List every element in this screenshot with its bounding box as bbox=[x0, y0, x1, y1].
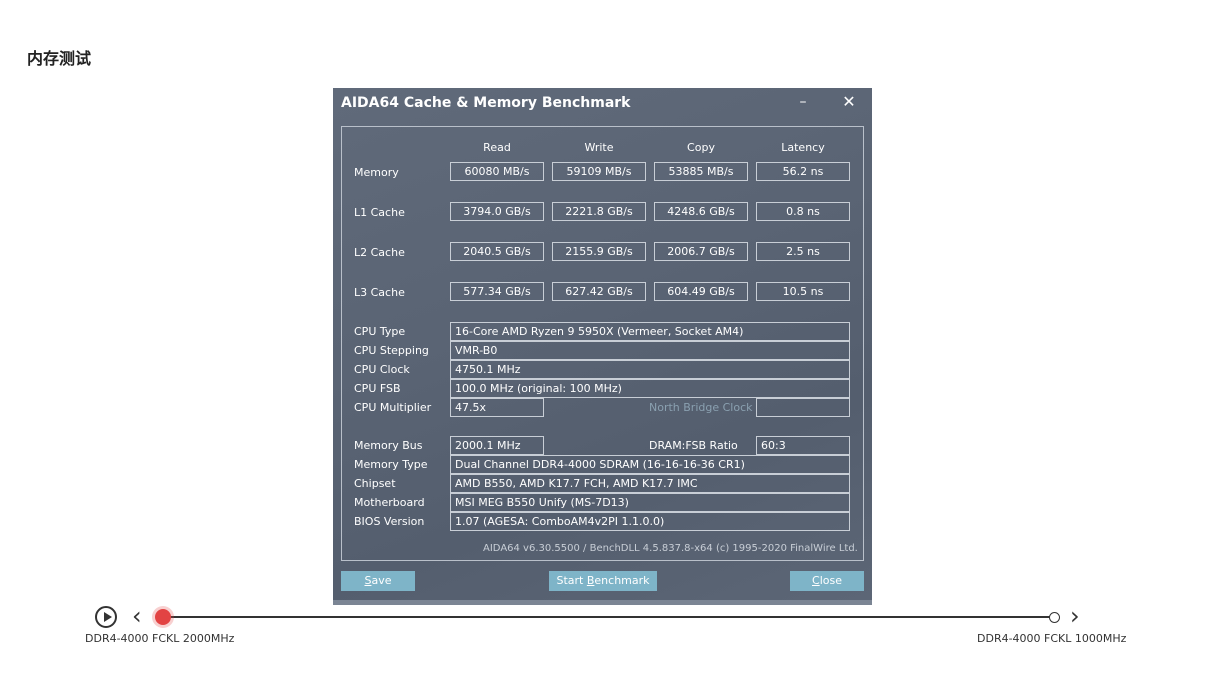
column-header-latency: Latency bbox=[781, 141, 825, 154]
memory-bus-value: 2000.1 MHz bbox=[450, 436, 544, 455]
benchmark-window: AIDA64 Cache & Memory Benchmark – ✕ Read… bbox=[333, 88, 872, 605]
column-header-read: Read bbox=[483, 141, 511, 154]
cpu-multiplier-label: CPU Multiplier bbox=[354, 401, 432, 414]
save-button[interactable]: Save bbox=[341, 571, 415, 591]
row-label-l2-cache: L2 Cache bbox=[354, 246, 405, 259]
chipset-value: AMD B550, AMD K17.7 FCH, AMD K17.7 IMC bbox=[450, 474, 850, 493]
column-header-write: Write bbox=[584, 141, 614, 154]
bios-version-value: 1.07 (AGESA: ComboAM4v2PI 1.1.0.0) bbox=[450, 512, 850, 531]
l1-read-value: 3794.0 GB/s bbox=[450, 202, 544, 221]
minimize-button[interactable]: – bbox=[793, 92, 813, 112]
memory-copy-value: 53885 MB/s bbox=[654, 162, 748, 181]
column-header-copy: Copy bbox=[687, 141, 715, 154]
memory-type-label: Memory Type bbox=[354, 458, 428, 471]
play-icon[interactable] bbox=[95, 606, 117, 628]
cpu-type-value: 16-Core AMD Ryzen 9 5950X (Vermeer, Sock… bbox=[450, 322, 850, 341]
l2-latency-value: 2.5 ns bbox=[756, 242, 850, 261]
page: 内存测试 AIDA64 Cache & Memory Benchmark – ✕… bbox=[0, 0, 1207, 673]
bios-version-label: BIOS Version bbox=[354, 515, 425, 528]
close-button[interactable]: Close bbox=[790, 571, 864, 591]
close-button-mnemonic: C bbox=[812, 574, 820, 587]
save-button-label: ave bbox=[371, 574, 392, 587]
memory-read-value: 60080 MB/s bbox=[450, 162, 544, 181]
cpu-multiplier-value: 47.5x bbox=[450, 398, 544, 417]
l1-write-value: 2221.8 GB/s bbox=[552, 202, 646, 221]
start-benchmark-label: enchmark bbox=[594, 574, 650, 587]
row-label-l1-cache: L1 Cache bbox=[354, 206, 405, 219]
slider-track[interactable] bbox=[163, 616, 1054, 618]
memory-bus-label: Memory Bus bbox=[354, 439, 423, 452]
cpu-fsb-value: 100.0 MHz (original: 100 MHz) bbox=[450, 379, 850, 398]
chevron-left-icon[interactable]: ‹ bbox=[132, 604, 142, 628]
l3-latency-value: 10.5 ns bbox=[756, 282, 850, 301]
dram-fsb-ratio-label: DRAM:FSB Ratio bbox=[649, 439, 738, 452]
chevron-right-icon[interactable]: › bbox=[1070, 604, 1080, 628]
l2-copy-value: 2006.7 GB/s bbox=[654, 242, 748, 261]
l1-copy-value: 4248.6 GB/s bbox=[654, 202, 748, 221]
row-label-l3-cache: L3 Cache bbox=[354, 286, 405, 299]
row-label-memory: Memory bbox=[354, 166, 399, 179]
l3-read-value: 577.34 GB/s bbox=[450, 282, 544, 301]
page-title: 内存测试 bbox=[27, 49, 92, 68]
window-bottom-bar bbox=[333, 600, 872, 605]
cpu-fsb-label: CPU FSB bbox=[354, 382, 401, 395]
l3-write-value: 627.42 GB/s bbox=[552, 282, 646, 301]
window-title: AIDA64 Cache & Memory Benchmark bbox=[341, 95, 631, 111]
memory-write-value: 59109 MB/s bbox=[552, 162, 646, 181]
cpu-clock-label: CPU Clock bbox=[354, 363, 410, 376]
memory-type-value: Dual Channel DDR4-4000 SDRAM (16-16-16-3… bbox=[450, 455, 850, 474]
memory-latency-value: 56.2 ns bbox=[756, 162, 850, 181]
l1-latency-value: 0.8 ns bbox=[756, 202, 850, 221]
start-benchmark-button[interactable]: Start Benchmark bbox=[549, 571, 657, 591]
chipset-label: Chipset bbox=[354, 477, 396, 490]
cpu-stepping-label: CPU Stepping bbox=[354, 344, 429, 357]
motherboard-value: MSI MEG B550 Unify (MS-7D13) bbox=[450, 493, 850, 512]
motherboard-label: Motherboard bbox=[354, 496, 425, 509]
dram-fsb-ratio-value: 60:3 bbox=[756, 436, 850, 455]
cpu-clock-value: 4750.1 MHz bbox=[450, 360, 850, 379]
north-bridge-clock-value bbox=[756, 398, 850, 417]
close-window-button[interactable]: ✕ bbox=[839, 92, 859, 112]
close-button-label: lose bbox=[819, 574, 842, 587]
cpu-type-label: CPU Type bbox=[354, 325, 406, 338]
start-benchmark-prefix: Start bbox=[556, 574, 587, 587]
footer-credits: AIDA64 v6.30.5500 / BenchDLL 4.5.837.8-x… bbox=[483, 543, 858, 554]
cpu-stepping-value: VMR-B0 bbox=[450, 341, 850, 360]
slider-end-marker[interactable] bbox=[1049, 612, 1060, 623]
l2-read-value: 2040.5 GB/s bbox=[450, 242, 544, 261]
l3-copy-value: 604.49 GB/s bbox=[654, 282, 748, 301]
slider-handle[interactable] bbox=[155, 609, 171, 625]
l2-write-value: 2155.9 GB/s bbox=[552, 242, 646, 261]
slider-start-label: DDR4-4000 FCKL 2000MHz bbox=[85, 632, 235, 645]
slider-end-label: DDR4-4000 FCKL 1000MHz bbox=[977, 632, 1127, 645]
north-bridge-clock-label: North Bridge Clock bbox=[649, 401, 753, 414]
